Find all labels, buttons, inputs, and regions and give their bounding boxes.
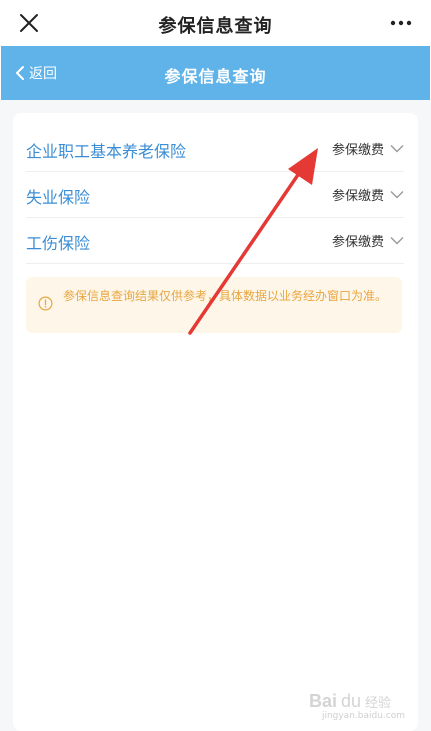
- list-item-unemployment[interactable]: 失业保险 参保缴费: [26, 172, 404, 218]
- svg-text:du: du: [341, 691, 361, 711]
- insurance-status-label: 参保缴费: [331, 235, 384, 250]
- more-options-icon[interactable]: [389, 14, 413, 32]
- insurance-type-label: 企业职工基本养老保险: [26, 142, 187, 161]
- navigation-header: 返回 参保信息查询: [1, 46, 430, 100]
- svg-text:经验: 经验: [365, 695, 391, 710]
- insurance-type-label: 失业保险: [26, 188, 91, 207]
- content-area: 企业职工基本养老保险 参保缴费 失业保险 参保缴费 工伤保险 参保缴费 参保信息…: [0, 100, 431, 731]
- insurance-status-dropdown[interactable]: 参保缴费: [332, 185, 404, 204]
- app-bar-title: 参保信息查询: [158, 16, 273, 37]
- app-bar: 参保信息查询: [0, 0, 431, 46]
- notice-text: 参保信息查询结果仅供参考，具体数据以业务经办窗口为准。: [63, 289, 388, 303]
- notice-banner: 参保信息查询结果仅供参考，具体数据以业务经办窗口为准。: [26, 277, 402, 333]
- list-item-pension[interactable]: 企业职工基本养老保险 参保缴费: [26, 126, 404, 172]
- insurance-status-dropdown[interactable]: 参保缴费: [332, 139, 404, 158]
- chevron-down-icon: [390, 191, 404, 199]
- insurance-status-label: 参保缴费: [331, 143, 384, 158]
- insurance-status-dropdown[interactable]: 参保缴费: [332, 231, 404, 250]
- list-item-work-injury[interactable]: 工伤保险 参保缴费: [26, 218, 404, 264]
- page-title: 参保信息查询: [164, 67, 267, 86]
- insurance-type-label: 工伤保险: [26, 234, 91, 253]
- svg-text:Bai: Bai: [309, 691, 337, 711]
- insurance-list: 企业职工基本养老保险 参保缴费 失业保险 参保缴费 工伤保险 参保缴费: [26, 126, 404, 264]
- insurance-status-label: 参保缴费: [331, 189, 384, 204]
- chevron-down-icon: [390, 145, 404, 153]
- chevron-down-icon: [390, 237, 404, 245]
- info-icon: [38, 296, 53, 311]
- content-card: 企业职工基本养老保险 参保缴费 失业保险 参保缴费 工伤保险 参保缴费 参保信息…: [13, 113, 418, 731]
- watermark-url: jingyan.baidu.com: [321, 711, 405, 721]
